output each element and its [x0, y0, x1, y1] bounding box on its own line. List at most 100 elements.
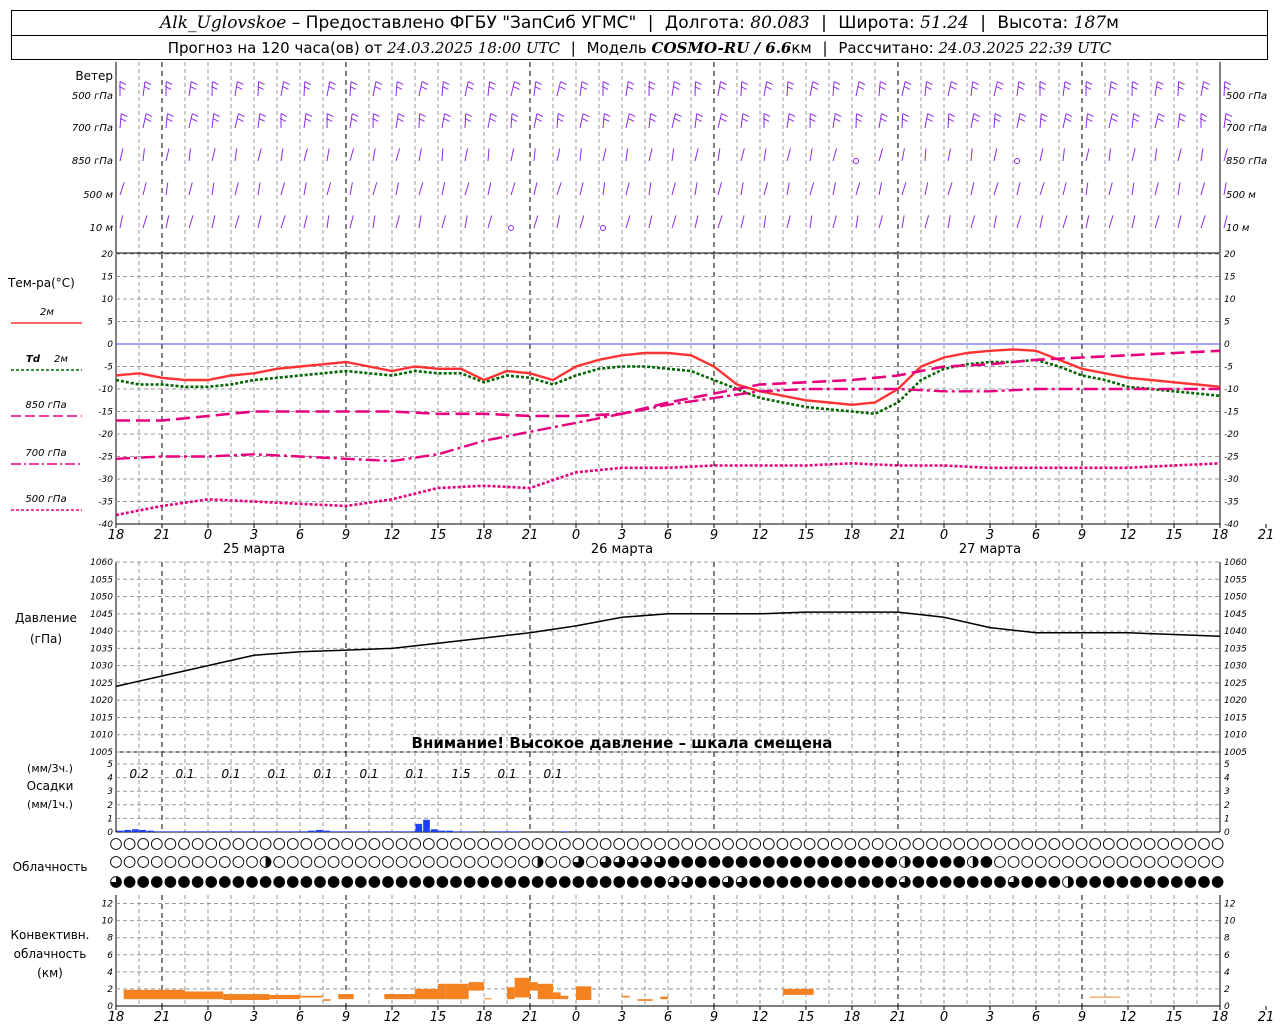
wind-level-label-right: 850 гПа [1226, 156, 1267, 167]
wind-barb-feather [237, 117, 244, 122]
wind-barb [602, 113, 605, 129]
cloud-overcast-symbol [912, 856, 925, 868]
cloud-clear-symbol [545, 856, 558, 868]
temp-hour-label: 21 [522, 528, 539, 543]
wind-barb-feather [443, 81, 450, 86]
cloud-clear-symbol [926, 838, 938, 850]
convective-bar [553, 992, 561, 1000]
cloud-clear-symbol [382, 856, 394, 868]
cloud-partial-fill [1068, 876, 1074, 888]
wind-barb-feather [280, 113, 288, 118]
conv-hour-label: 18 [1212, 1010, 1229, 1024]
wind-barb-feather [675, 113, 682, 118]
precip-bar [277, 831, 285, 832]
convective-bar [637, 999, 653, 1001]
cloud-clear-symbol [790, 838, 802, 850]
conv-ytick-left: 2 [107, 985, 113, 995]
wind-barb [234, 148, 238, 162]
precip-bar [239, 831, 246, 832]
cloud-clear-symbol [1157, 856, 1170, 868]
prec-ytick-left: 4 [107, 774, 113, 784]
wind-barb [556, 215, 561, 229]
convective-bar [384, 994, 415, 1000]
cloud-clear-symbol [1143, 838, 1156, 850]
cloud-overcast-symbol [803, 856, 816, 868]
wind-barb-feather [258, 117, 266, 122]
wind-barb-feather [557, 113, 565, 118]
cloud-overcast-symbol [218, 876, 231, 888]
wind-barb [326, 148, 330, 162]
cloud-clear-symbol [681, 838, 694, 850]
precip-bar [430, 829, 438, 832]
wind-barb-feather [467, 81, 475, 86]
cloud-clear-symbol [1007, 838, 1020, 850]
wind-barb [993, 81, 998, 97]
wind-barb-feather [581, 117, 589, 122]
precip-unit-1h: (мм/1ч.) [27, 798, 73, 811]
wind-barb-feather [443, 117, 450, 122]
pres-ytick-left: 1030 [90, 662, 113, 672]
wind-barb [464, 81, 469, 97]
wind-barb-feather [996, 85, 1003, 90]
convective-bar [537, 983, 553, 1000]
cloud-clear-symbol [123, 856, 136, 868]
cloud-clear-symbol [545, 838, 558, 850]
cloud-overcast-symbol [490, 876, 503, 888]
cloud-overcast-symbol [191, 876, 204, 888]
cloud-clear-symbol [898, 838, 911, 850]
wind-barb-feather [810, 113, 817, 118]
cloud-clear-symbol [463, 856, 476, 868]
wind-barb-feather [951, 81, 958, 86]
wind-barb [671, 182, 676, 196]
convective-bar [269, 994, 300, 1000]
cloud-clear-symbol [477, 856, 490, 868]
temp-hour-label: 3 [986, 528, 994, 543]
cloud-overcast-symbol [463, 876, 476, 888]
cloud-clear-symbol [232, 838, 245, 850]
wind-barb [418, 215, 422, 229]
cloud-overcast-symbol [817, 876, 830, 888]
pres-ytick-right: 1045 [1224, 610, 1247, 620]
wind-barb [809, 148, 813, 162]
wind-barb [395, 215, 400, 229]
cloud-clear-symbol [191, 838, 204, 850]
wind-barb [349, 148, 355, 162]
wind-barb [395, 113, 399, 129]
convective-bar [507, 987, 515, 1000]
wind-barb [602, 148, 607, 162]
cloud-clear-symbol [844, 838, 857, 850]
pres-ytick-right: 1040 [1224, 627, 1247, 637]
wind-barb-feather [1017, 85, 1025, 90]
wind-barb-feather [144, 81, 152, 86]
wind-barb [303, 182, 307, 196]
convective-bar [123, 989, 185, 1000]
conv-hour-label: 6 [1032, 1010, 1040, 1024]
cloud-overcast-symbol [1143, 876, 1156, 888]
wind-barb-feather [396, 81, 404, 86]
temp-ytick-right: 10 [1224, 295, 1236, 305]
wind-barb-feather [328, 85, 335, 90]
wind-barb [763, 182, 769, 196]
wind-barb-feather [650, 113, 657, 118]
conv-hour-label: 12 [752, 1010, 769, 1024]
wind-barb-feather [397, 117, 404, 122]
pres-ytick-left: 1050 [90, 593, 113, 603]
conv-hour-label: 21 [1258, 1010, 1275, 1024]
cloud-clear-symbol [572, 838, 585, 850]
wind-barb [188, 215, 194, 229]
precip-bar [285, 831, 292, 832]
wind-barb-feather [881, 113, 888, 118]
conv-hour-label: 0 [940, 1010, 948, 1024]
wind-level-label-left: 500 м [83, 190, 113, 201]
cloudiness-panel [110, 838, 1224, 888]
wind-barb [1085, 182, 1089, 196]
cloud-overcast-symbol [708, 876, 721, 888]
precip-bar [323, 830, 331, 832]
temp-hour-label: 21 [1258, 528, 1275, 543]
cloud-clear-symbol [409, 838, 422, 850]
wind-barb [1062, 81, 1066, 97]
cloud-overcast-symbol [1034, 876, 1047, 888]
wind-barb [1200, 81, 1205, 97]
temp-legend-label: 500 гПа [25, 494, 66, 505]
cloud-clear-symbol [300, 856, 313, 868]
